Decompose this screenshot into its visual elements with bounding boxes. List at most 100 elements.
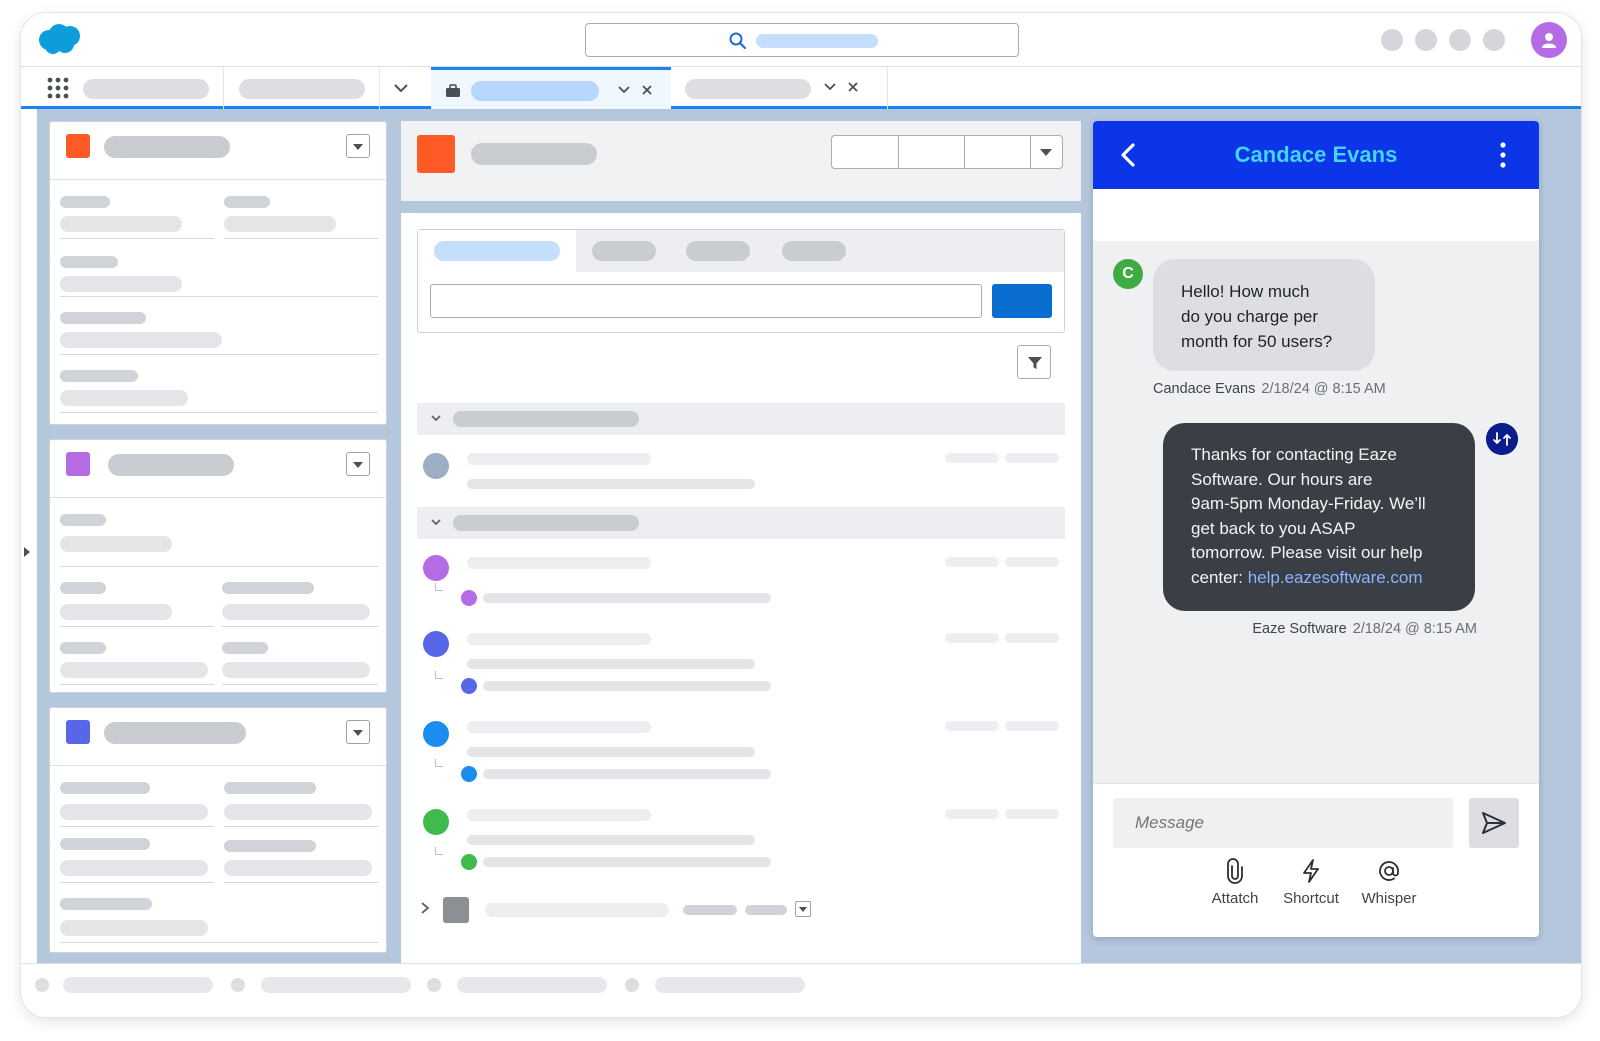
message-input[interactable]: [1113, 798, 1453, 848]
field-value: [224, 804, 372, 820]
field-label: [60, 370, 138, 382]
activity-title[interactable]: [467, 721, 651, 733]
tab-label: [434, 241, 560, 261]
record-action-buttons: [831, 135, 1063, 169]
field-value: [60, 536, 172, 552]
attach-button[interactable]: Attatch: [1195, 858, 1275, 907]
close-icon[interactable]: [847, 81, 859, 93]
tab-label[interactable]: [685, 79, 811, 99]
action-button[interactable]: [832, 136, 898, 168]
message-line: month for 50 users?: [1181, 332, 1333, 351]
search-placeholder: [756, 34, 878, 48]
nav-app-name[interactable]: [83, 79, 209, 99]
row-menu-button[interactable]: [795, 901, 811, 917]
help-center-link[interactable]: help.eazesoftware.com: [1248, 568, 1423, 587]
briefcase-icon: [446, 84, 460, 97]
record-highlights-panel: [401, 121, 1081, 201]
tab-active-record[interactable]: [431, 67, 671, 109]
more-actions-icon[interactable]: [1040, 149, 1052, 156]
field-label: [224, 196, 270, 208]
utility-item[interactable]: [261, 977, 411, 993]
utility-item[interactable]: [63, 977, 213, 993]
utility-item-icon[interactable]: [231, 978, 245, 992]
user-icon: [1542, 33, 1556, 48]
field-label: [60, 514, 106, 526]
activity-title[interactable]: [467, 809, 651, 821]
global-search-input[interactable]: [585, 23, 1019, 57]
chevron-down-icon[interactable]: [393, 81, 409, 95]
field-label: [60, 582, 106, 594]
send-button[interactable]: [1469, 798, 1519, 848]
chevron-down-icon[interactable]: [617, 84, 631, 96]
card-title: [108, 454, 234, 476]
activity-title[interactable]: [467, 557, 651, 569]
publisher-input[interactable]: [430, 284, 982, 318]
close-icon[interactable]: [641, 84, 653, 96]
utility-item[interactable]: [457, 977, 607, 993]
activity-icon: [423, 809, 449, 835]
message-line: 9am-5pm Monday-Friday. We’ll: [1191, 494, 1426, 514]
header-utility-icon[interactable]: [1381, 29, 1403, 51]
field-value: [60, 276, 182, 292]
publisher-tab[interactable]: [782, 241, 846, 261]
cloud-logo[interactable]: [37, 23, 83, 55]
message-line: center: help.eazesoftware.com: [1191, 566, 1453, 591]
action-button[interactable]: [965, 136, 1030, 168]
activity-title[interactable]: [467, 633, 651, 645]
activity-title[interactable]: [485, 903, 669, 917]
activity-icon: [423, 453, 449, 479]
publisher-submit-button[interactable]: [992, 284, 1052, 318]
record-type-icon: [66, 452, 90, 476]
field-value: [60, 216, 182, 232]
paperclip-icon: [1227, 858, 1243, 884]
publisher-tab[interactable]: [686, 241, 750, 261]
user-avatar[interactable]: [1531, 22, 1567, 58]
chat-contact-name: Candace Evans: [1234, 142, 1398, 167]
message-line: Thanks for contacting Eaze: [1191, 445, 1398, 464]
activity-title[interactable]: [467, 453, 651, 465]
nav-item[interactable]: [239, 79, 365, 99]
publisher-tab-active[interactable]: [418, 230, 576, 272]
sub-activity-icon: [461, 766, 477, 782]
utility-bar: [21, 963, 1581, 1017]
expand-sidebar-icon[interactable]: [24, 547, 30, 557]
sub-activity-icon: [461, 590, 477, 606]
record-card: [49, 121, 387, 425]
utility-item-icon[interactable]: [35, 978, 49, 992]
field-label: [222, 582, 314, 594]
chevron-right-icon[interactable]: [419, 901, 431, 915]
chevron-down-icon: [431, 415, 441, 422]
activity-icon: [423, 721, 449, 747]
app-launcher-icon[interactable]: [47, 77, 69, 99]
tab-label: [471, 81, 599, 101]
record-type-icon: [66, 134, 90, 158]
kebab-menu-icon[interactable]: [1491, 137, 1515, 173]
search-icon: [729, 32, 747, 50]
field-label: [60, 898, 152, 910]
filter-button[interactable]: [1017, 345, 1051, 379]
card-menu-button[interactable]: [346, 452, 370, 476]
outgoing-message-meta: Eaze Software 2/18/24 @ 8:15 AM: [1252, 621, 1477, 637]
divider: [222, 684, 378, 685]
publisher-tab[interactable]: [592, 241, 656, 261]
action-button[interactable]: [899, 136, 964, 168]
whisper-button[interactable]: Whisper: [1349, 858, 1429, 907]
header-utility-icon[interactable]: [1483, 29, 1505, 51]
chevron-down-icon[interactable]: [823, 81, 837, 93]
utility-item-icon[interactable]: [427, 978, 441, 992]
feed-group-header[interactable]: [417, 507, 1065, 539]
shortcut-button[interactable]: Shortcut: [1271, 858, 1351, 907]
field-value: [224, 860, 372, 876]
chevron-left-icon[interactable]: [1111, 137, 1147, 173]
utility-item[interactable]: [655, 977, 805, 993]
header-utility-icon[interactable]: [1449, 29, 1471, 51]
field-label: [60, 838, 150, 850]
card-menu-button[interactable]: [346, 720, 370, 744]
feed-group-header[interactable]: [417, 403, 1065, 435]
utility-sidebar-edge: [21, 109, 37, 963]
header-utility-icon[interactable]: [1415, 29, 1437, 51]
activity-date: [1005, 557, 1059, 567]
utility-item-icon[interactable]: [625, 978, 639, 992]
sub-activity-icon: [461, 854, 477, 870]
card-menu-button[interactable]: [346, 134, 370, 158]
